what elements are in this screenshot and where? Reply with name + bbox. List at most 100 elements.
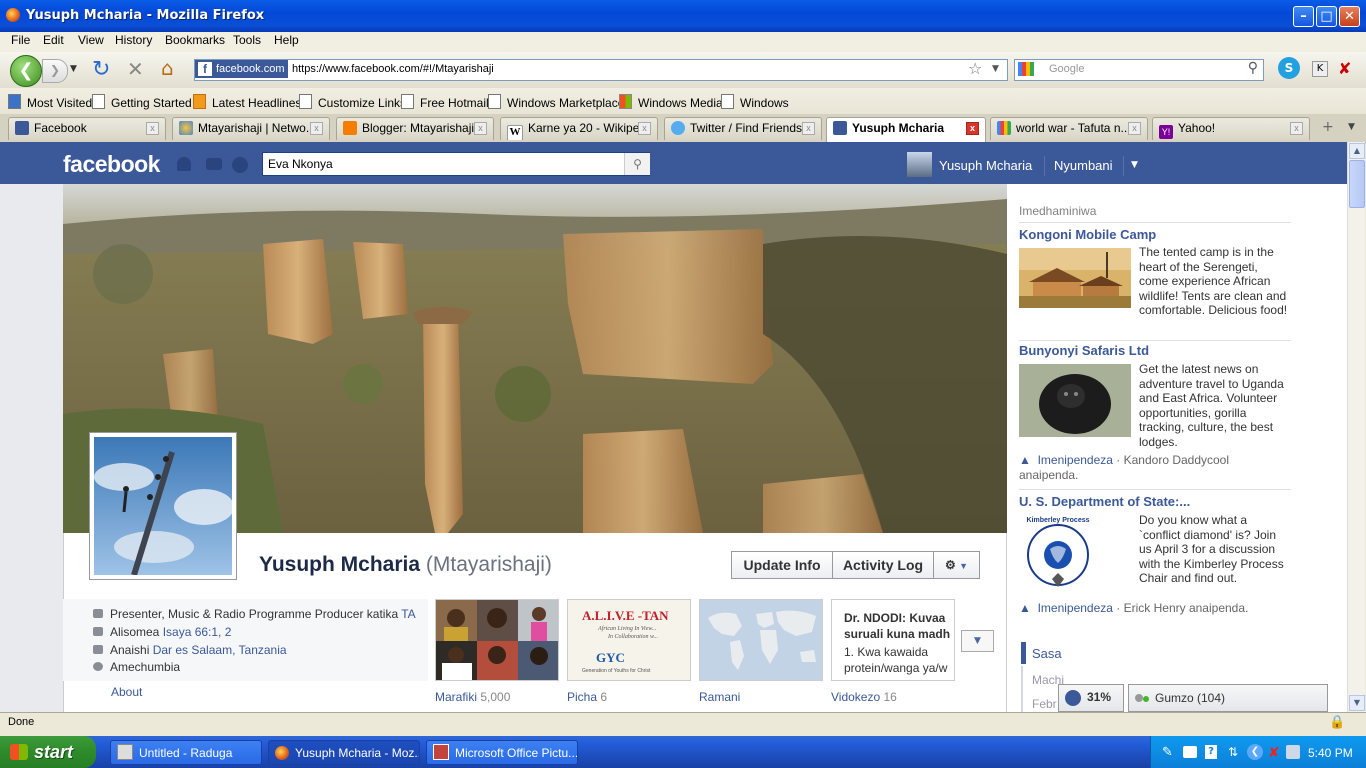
info-work-link[interactable]: TA — [401, 607, 415, 621]
timeline-nav-now[interactable]: Sasa — [1032, 646, 1062, 661]
tab-yahoo[interactable]: Y! Yahoo! x — [1152, 117, 1310, 140]
extension-x-icon[interactable]: ✘ — [1338, 59, 1351, 78]
reload-icon[interactable]: ↻ — [92, 57, 110, 82]
tab-twitter[interactable]: Twitter / Find Friends x — [664, 117, 822, 140]
header-user-name[interactable]: Yusuph Mcharia — [939, 158, 1032, 173]
tab-blogger[interactable]: Blogger: Mtayarishaji... x — [336, 117, 494, 140]
menu-tools[interactable]: Tools — [233, 33, 261, 47]
back-button[interactable]: ❮ — [10, 55, 42, 87]
ad-title-kongoni[interactable]: Kongoni Mobile Camp — [1019, 227, 1156, 242]
taskbar-item-firefox[interactable]: Yusuph Mcharia - Moz... — [268, 740, 420, 765]
new-tab-icon[interactable]: + — [1322, 119, 1334, 135]
menu-view[interactable]: View — [78, 33, 104, 47]
system-clock[interactable]: 5:40 PM — [1308, 746, 1353, 760]
photos-tile-label[interactable]: Picha 6 — [567, 690, 607, 704]
bookmark-most-visited[interactable]: Most Visited — [8, 94, 92, 110]
help-icon[interactable]: ? — [1205, 745, 1217, 759]
close-tab-icon[interactable]: x — [146, 122, 159, 135]
notes-tile[interactable]: Dr. NDODI: Kuvaa suruali kuna madh 1. Kw… — [831, 599, 955, 681]
map-tile[interactable] — [699, 599, 823, 681]
menu-edit[interactable]: Edit — [43, 33, 64, 47]
menu-bookmarks[interactable]: Bookmarks — [165, 33, 225, 47]
close-tab-icon[interactable]: x — [1128, 122, 1141, 135]
friend-requests-icon[interactable] — [177, 157, 191, 171]
forward-button[interactable]: ❯ — [42, 59, 68, 83]
header-home-link[interactable]: Nyumbani — [1054, 158, 1113, 173]
url-text[interactable]: https://www.facebook.com/#!/Mtayarishaji — [292, 63, 494, 75]
history-dropdown-icon[interactable]: ▼ — [70, 64, 77, 74]
network-icon[interactable]: ⇅ — [1228, 745, 1238, 759]
ad-image-bunyonyi[interactable] — [1019, 364, 1131, 437]
tab-wikipedia[interactable]: W Karne ya 20 - Wikipe... x — [500, 117, 658, 140]
like-page-link[interactable]: Imenipendeza — [1038, 601, 1113, 615]
ad-title-bunyonyi[interactable]: Bunyonyi Safaris Ltd — [1019, 343, 1149, 358]
ad-image-kimberley[interactable]: Kimberley Process — [1019, 515, 1097, 595]
user-avatar[interactable] — [907, 152, 932, 177]
pen-tool-icon[interactable]: ✎ — [1162, 745, 1173, 760]
close-tab-icon[interactable]: x — [310, 122, 323, 135]
bookmark-getting-started[interactable]: Getting Started — [92, 94, 192, 110]
tab-mtayarishaji[interactable]: Mtayarishaji | Netwo... x — [172, 117, 330, 140]
messages-icon[interactable] — [206, 158, 222, 170]
facebook-search-icon[interactable]: ⚲ — [624, 153, 650, 175]
security-alert-icon[interactable]: ✘ — [1268, 745, 1280, 761]
bookmark-star-icon[interactable]: ☆ — [968, 59, 982, 78]
volume-icon[interactable] — [1286, 745, 1300, 759]
notes-tile-label[interactable]: Vidokezo 16 — [831, 690, 897, 704]
stop-icon[interactable]: ✕ — [127, 57, 144, 81]
activity-log-button[interactable]: Activity Log — [832, 551, 934, 579]
close-tab-icon[interactable]: x — [1290, 122, 1303, 135]
facebook-logo[interactable]: facebook — [63, 151, 160, 178]
keyboard-icon[interactable] — [1183, 746, 1197, 758]
tab-list-dropdown-icon[interactable]: ▼ — [1348, 122, 1355, 132]
menu-file[interactable]: File — [11, 33, 30, 47]
notifications-globe-icon[interactable] — [232, 157, 248, 173]
maximize-button[interactable]: □ — [1316, 6, 1337, 27]
bookmark-windows[interactable]: Windows — [721, 94, 789, 110]
tab-facebook[interactable]: Facebook x — [8, 117, 166, 140]
friends-tile-label[interactable]: Marafiki 5,000 — [435, 690, 510, 704]
taskbar-item-raduga[interactable]: Untitled - Raduga — [110, 740, 262, 765]
settings-gear-button[interactable]: ⚙ ▼ — [933, 551, 980, 579]
close-tab-icon[interactable]: x — [966, 122, 979, 135]
more-tiles-dropdown-icon[interactable]: ▼ — [961, 630, 994, 652]
photos-tile[interactable]: A.L.I.V.E -TAN African Living In View...… — [567, 599, 691, 681]
map-tile-label[interactable]: Ramani — [699, 690, 740, 704]
search-icon[interactable]: ⚲ — [1248, 60, 1258, 76]
taskbar-item-office-picture[interactable]: Microsoft Office Pictu... — [426, 740, 578, 765]
vertical-scrollbar[interactable]: ▲ ▼ — [1347, 142, 1365, 712]
scroll-down-icon[interactable]: ▼ — [1349, 695, 1365, 711]
info-lives-link[interactable]: Dar es Salaam, Tanzania — [153, 643, 287, 657]
bookmark-free-hotmail[interactable]: Free Hotmail — [401, 94, 489, 110]
bookmark-customize-links[interactable]: Customize Links — [299, 94, 406, 110]
update-info-button[interactable]: Update Info — [731, 551, 833, 579]
chat-tab[interactable]: Gumzo (104) — [1128, 684, 1328, 712]
tab-world-war[interactable]: world war - Tafuta n... x — [990, 117, 1148, 140]
like-page-link[interactable]: Imenipendeza — [1038, 453, 1113, 467]
start-button[interactable]: start — [0, 736, 96, 768]
window-title-bar[interactable]: Yusuph Mcharia - Mozilla Firefox – □ ✕ — [0, 0, 1366, 32]
home-icon[interactable]: ⌂ — [161, 56, 174, 80]
close-tab-icon[interactable]: x — [638, 122, 651, 135]
bookmark-windows-marketplace[interactable]: Windows Marketplace — [488, 94, 624, 110]
lock-icon[interactable]: 🔒 — [1329, 715, 1345, 730]
extension-k-icon[interactable]: K — [1312, 61, 1328, 77]
ad-title-state-dept[interactable]: U. S. Department of State:... — [1019, 494, 1190, 509]
account-menu-icon[interactable]: ▼ — [1131, 160, 1138, 170]
ad-image-kongoni[interactable] — [1019, 248, 1131, 308]
web-search-box[interactable]: Google ⚲ — [1014, 59, 1264, 81]
timeline-nav-february[interactable]: Febr — [1032, 697, 1057, 711]
bookmark-latest-headlines[interactable]: Latest Headlines — [193, 94, 301, 110]
tray-expand-icon[interactable]: ❮ — [1247, 744, 1263, 760]
minimize-button[interactable]: – — [1293, 6, 1314, 27]
tab-yusuph-mcharia[interactable]: Yusuph Mcharia x — [826, 117, 986, 142]
about-link[interactable]: About — [111, 685, 142, 699]
chat-globe-widget[interactable]: 31% — [1058, 684, 1124, 712]
google-icon[interactable] — [1018, 62, 1034, 76]
menu-history[interactable]: History — [115, 33, 152, 47]
close-tab-icon[interactable]: x — [802, 122, 815, 135]
close-window-button[interactable]: ✕ — [1339, 6, 1360, 27]
bookmark-windows-media[interactable]: Windows Media — [619, 94, 723, 110]
url-dropdown-icon[interactable]: ▼ — [992, 64, 999, 74]
skype-icon[interactable]: S — [1278, 57, 1300, 79]
